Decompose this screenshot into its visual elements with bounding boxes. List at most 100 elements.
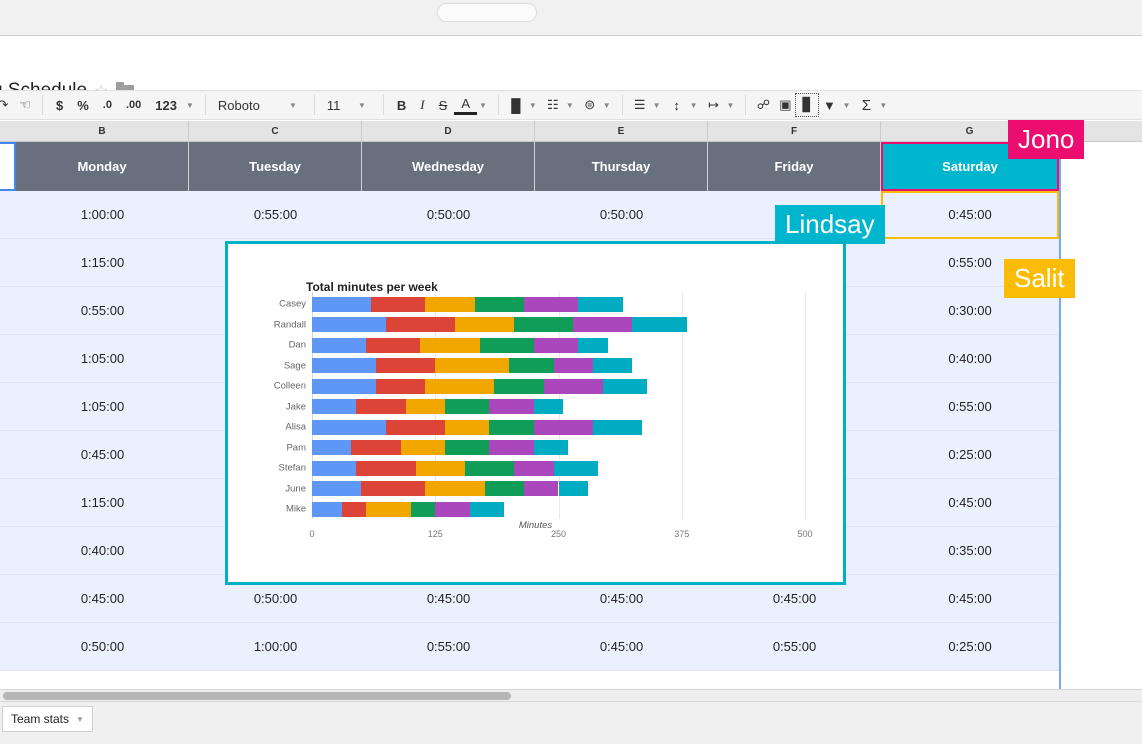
grid-cell[interactable]: 0:50:00 — [362, 191, 535, 238]
chart-bar-segment — [445, 399, 489, 414]
text-color-button[interactable]: A — [454, 96, 477, 115]
chevron-down-icon[interactable]: ▼ — [76, 715, 84, 724]
insert-link-icon[interactable]: ☍ — [752, 94, 774, 116]
column-header-row: BCDEFG — [0, 121, 1142, 142]
grid-cell[interactable]: 0:45:00 — [881, 191, 1059, 238]
grid-cell[interactable]: 0:35:00 — [881, 527, 1059, 574]
column-header-B[interactable]: B — [16, 121, 189, 141]
chart-bar-segment — [411, 502, 436, 517]
grid-cell[interactable]: 1:00:00 — [16, 191, 189, 238]
chart-bar-segment — [509, 358, 553, 373]
font-family-select[interactable]: Roboto ▼ — [212, 93, 308, 117]
column-header-F[interactable]: F — [708, 121, 881, 141]
table-row[interactable]: 1:00:000:55:000:50:000:50:000:45:00 — [0, 191, 1060, 239]
functions-icon[interactable]: Σ — [855, 94, 877, 116]
chevron-down-icon[interactable]: ▼ — [651, 101, 666, 110]
grid-cell[interactable]: 0:25:00 — [881, 431, 1059, 478]
more-formats-button[interactable]: 123 — [148, 93, 184, 117]
horizontal-scrollbar-thumb[interactable] — [3, 692, 511, 700]
grid-cell[interactable]: 0:40:00 — [881, 335, 1059, 382]
grid-cell[interactable]: 0:55:00 — [16, 287, 189, 334]
chevron-down-icon[interactable]: ▼ — [477, 101, 492, 110]
filter-icon[interactable]: ▼ — [818, 94, 840, 116]
chart-bar-segment — [489, 440, 533, 455]
chart-bar-segment — [494, 379, 543, 394]
grid-cell[interactable]: 0:25:00 — [881, 623, 1059, 670]
currency-format-button[interactable]: $ — [49, 93, 70, 117]
chart-bar-segment — [632, 317, 686, 332]
italic-button[interactable]: I — [413, 93, 431, 117]
bold-button[interactable]: B — [390, 93, 413, 117]
column-header-D[interactable]: D — [362, 121, 535, 141]
chart-bar-segment — [366, 338, 420, 353]
horizontal-align-icon[interactable]: ☰ — [629, 94, 651, 116]
table-row[interactable]: 0:50:001:00:000:55:000:45:000:55:000:25:… — [0, 623, 1060, 671]
chart-bar-segment — [342, 502, 367, 517]
day-header-friday[interactable]: Friday — [708, 142, 881, 191]
insert-image-icon[interactable]: ▣ — [774, 94, 796, 116]
chevron-down-icon[interactable]: ▼ — [564, 101, 579, 110]
chart-bar-segment — [406, 399, 445, 414]
collaborator-badge-salit: Salit — [1004, 259, 1075, 298]
grid-cell[interactable]: 0:45:00 — [16, 575, 189, 622]
grid-cell[interactable]: 1:05:00 — [16, 383, 189, 430]
grid-cell[interactable]: 0:55:00 — [362, 623, 535, 670]
insert-chart-icon[interactable]: ▊ — [796, 94, 818, 116]
vertical-align-icon[interactable]: ↕ — [666, 94, 688, 116]
sheet-tab-label: Team stats — [11, 712, 69, 726]
selected-cell[interactable] — [0, 142, 16, 191]
grid-cell[interactable]: 1:05:00 — [16, 335, 189, 382]
borders-icon[interactable]: ☷ — [542, 94, 564, 116]
grid-cell[interactable]: 0:40:00 — [16, 527, 189, 574]
grid-cell[interactable]: 0:50:00 — [535, 191, 708, 238]
chart-bar-segment — [312, 399, 356, 414]
toolbar-separator — [745, 95, 746, 115]
grid-cell[interactable]: 0:45:00 — [535, 623, 708, 670]
chevron-down-icon[interactable]: ▼ — [688, 101, 703, 110]
grid-cell[interactable]: 0:45:00 — [16, 431, 189, 478]
chevron-down-icon[interactable]: ▼ — [184, 101, 199, 110]
sheet-tab-team-stats[interactable]: Team stats ▼ — [2, 706, 93, 732]
column-header-C[interactable]: C — [189, 121, 362, 141]
decrease-decimal-button[interactable]: .0 — [96, 93, 119, 117]
percent-format-button[interactable]: % — [70, 93, 96, 117]
chart-bar-segment — [534, 440, 569, 455]
grid-cell[interactable]: 1:15:00 — [16, 239, 189, 286]
redo-icon[interactable]: ↷ — [0, 94, 14, 116]
text-wrap-icon[interactable]: ↦ — [703, 94, 725, 116]
grid-cell[interactable]: 0:55:00 — [189, 191, 362, 238]
chevron-down-icon[interactable]: ▼ — [877, 101, 892, 110]
day-header-thursday[interactable]: Thursday — [535, 142, 708, 191]
chart-category-label: Casey — [246, 299, 306, 310]
chart-bar-segment — [534, 399, 564, 414]
grid-cell[interactable]: 0:55:00 — [708, 623, 881, 670]
grid-cell[interactable]: 0:55:00 — [881, 383, 1059, 430]
chart-bar-segment — [524, 297, 578, 312]
grid-cell[interactable]: 1:15:00 — [16, 479, 189, 526]
font-size-select[interactable]: 11 ▼ — [321, 93, 377, 117]
grid-cell[interactable]: 0:45:00 — [881, 575, 1059, 622]
fill-color-icon[interactable]: █ — [505, 94, 527, 116]
font-family-value: Roboto — [218, 98, 260, 113]
grid-right-edge — [1059, 142, 1061, 689]
toolbar-separator — [42, 95, 43, 115]
chart-object[interactable]: Total minutes per week CaseyRandallDanSa… — [225, 241, 846, 585]
paint-format-icon[interactable]: ☜ — [14, 94, 36, 116]
chevron-down-icon[interactable]: ▼ — [725, 101, 740, 110]
grid-cell[interactable]: 1:00:00 — [189, 623, 362, 670]
chart-bar-segment — [475, 297, 524, 312]
grid-cell[interactable]: 0:50:00 — [16, 623, 189, 670]
horizontal-scrollbar[interactable] — [0, 689, 1142, 701]
chevron-down-icon[interactable]: ▼ — [840, 101, 855, 110]
day-header-wednesday[interactable]: Wednesday — [362, 142, 535, 191]
merge-cells-icon[interactable]: ⊜ — [579, 94, 601, 116]
browser-address-bar[interactable] — [437, 3, 537, 22]
day-header-tuesday[interactable]: Tuesday — [189, 142, 362, 191]
strikethrough-button[interactable]: S — [432, 93, 455, 117]
chevron-down-icon[interactable]: ▼ — [527, 101, 542, 110]
grid-cell[interactable]: 0:45:00 — [881, 479, 1059, 526]
column-header-E[interactable]: E — [535, 121, 708, 141]
increase-decimal-button[interactable]: .00 — [119, 93, 148, 117]
day-header-monday[interactable]: Monday — [16, 142, 189, 191]
chevron-down-icon[interactable]: ▼ — [601, 101, 616, 110]
